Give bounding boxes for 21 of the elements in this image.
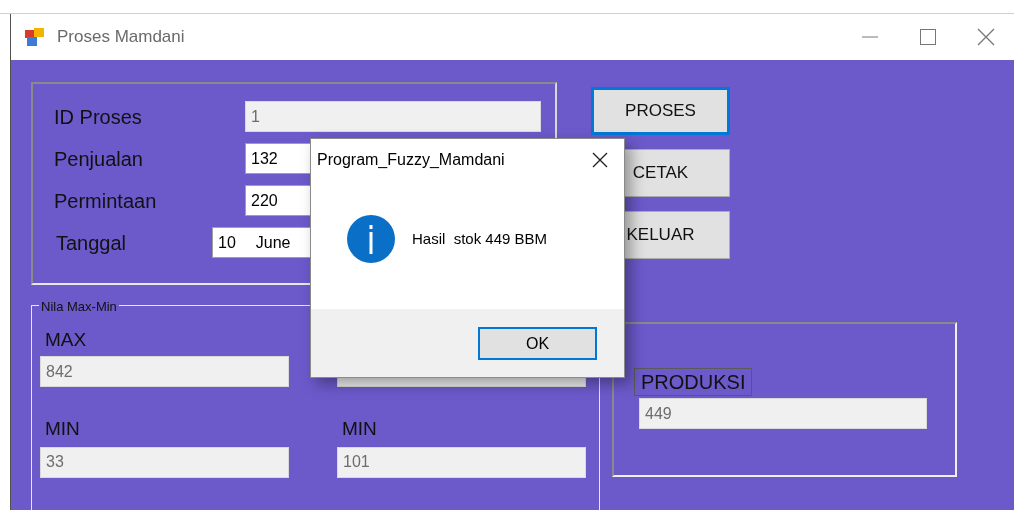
min-field[interactable]: 101 [337, 446, 586, 478]
min-label: MIN [341, 417, 378, 441]
action-button[interactable]: PROSES [591, 87, 730, 135]
close-icon[interactable] [592, 152, 608, 168]
field-label: Tanggal [55, 230, 128, 256]
app-icon [25, 28, 45, 46]
field-label: Permintaan [54, 188, 158, 214]
field-label: ID Proses [54, 104, 143, 130]
produksi-field[interactable]: 449 [639, 398, 927, 429]
text-field[interactable]: 1 [245, 101, 541, 132]
produksi-label: PRODUKSI [634, 368, 753, 396]
max-label: MAX [44, 328, 88, 348]
dialog-title: Program_Fuzzy_Mamdani [317, 150, 505, 170]
min-label: MIN [44, 417, 81, 441]
info-icon [346, 214, 396, 264]
max-field[interactable]: 842 [40, 356, 289, 387]
ok-button[interactable]: OK [478, 327, 597, 360]
min-field[interactable]: 33 [40, 446, 289, 478]
window-title: Proses Mamdani [57, 26, 185, 49]
field-label: Penjualan [54, 146, 144, 172]
dialog-message: Hasil stok 449 BBM [412, 228, 548, 249]
